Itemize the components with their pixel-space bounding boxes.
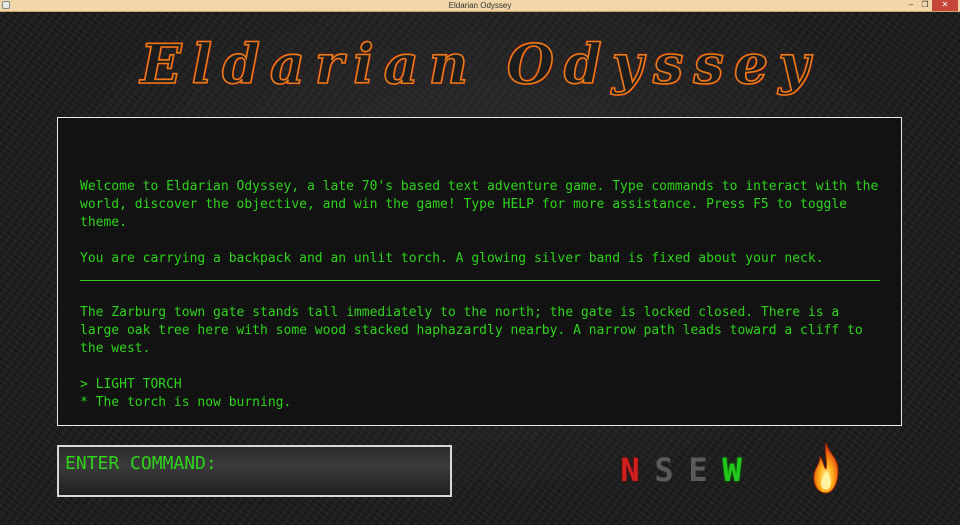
command-box — [57, 445, 452, 497]
last-command: > LIGHT TORCH — [80, 377, 182, 392]
close-button[interactable]: ✕ — [932, 0, 958, 11]
output-divider — [80, 280, 880, 281]
logo-text: Eldarian Odyssey — [140, 31, 820, 97]
game-output-panel: Welcome to Eldarian Odyssey, a late 70's… — [57, 117, 902, 426]
command-input[interactable] — [65, 451, 445, 475]
compass: N S E W — [619, 450, 743, 490]
restore-button[interactable]: ❐ — [918, 0, 932, 11]
window-controls: – ❐ ✕ — [904, 0, 958, 11]
compass-east: E — [688, 451, 708, 489]
window-title: Eldarian Odyssey — [448, 1, 512, 10]
inventory-text: You are carrying a backpack and an unlit… — [80, 251, 824, 266]
location-description: The Zarburg town gate stands tall immedi… — [80, 305, 871, 356]
compass-west: W — [722, 451, 742, 489]
welcome-text: Welcome to Eldarian Odyssey, a late 70's… — [80, 179, 887, 230]
compass-north: N — [620, 451, 640, 489]
compass-south: S — [654, 451, 674, 489]
window-titlebar: Eldarian Odyssey – ❐ ✕ — [0, 0, 960, 12]
flame-icon — [813, 442, 839, 494]
command-result: * The torch is now burning. — [80, 395, 292, 410]
game-logo: Eldarian Odyssey — [120, 26, 840, 106]
minimize-button[interactable]: – — [904, 0, 918, 11]
